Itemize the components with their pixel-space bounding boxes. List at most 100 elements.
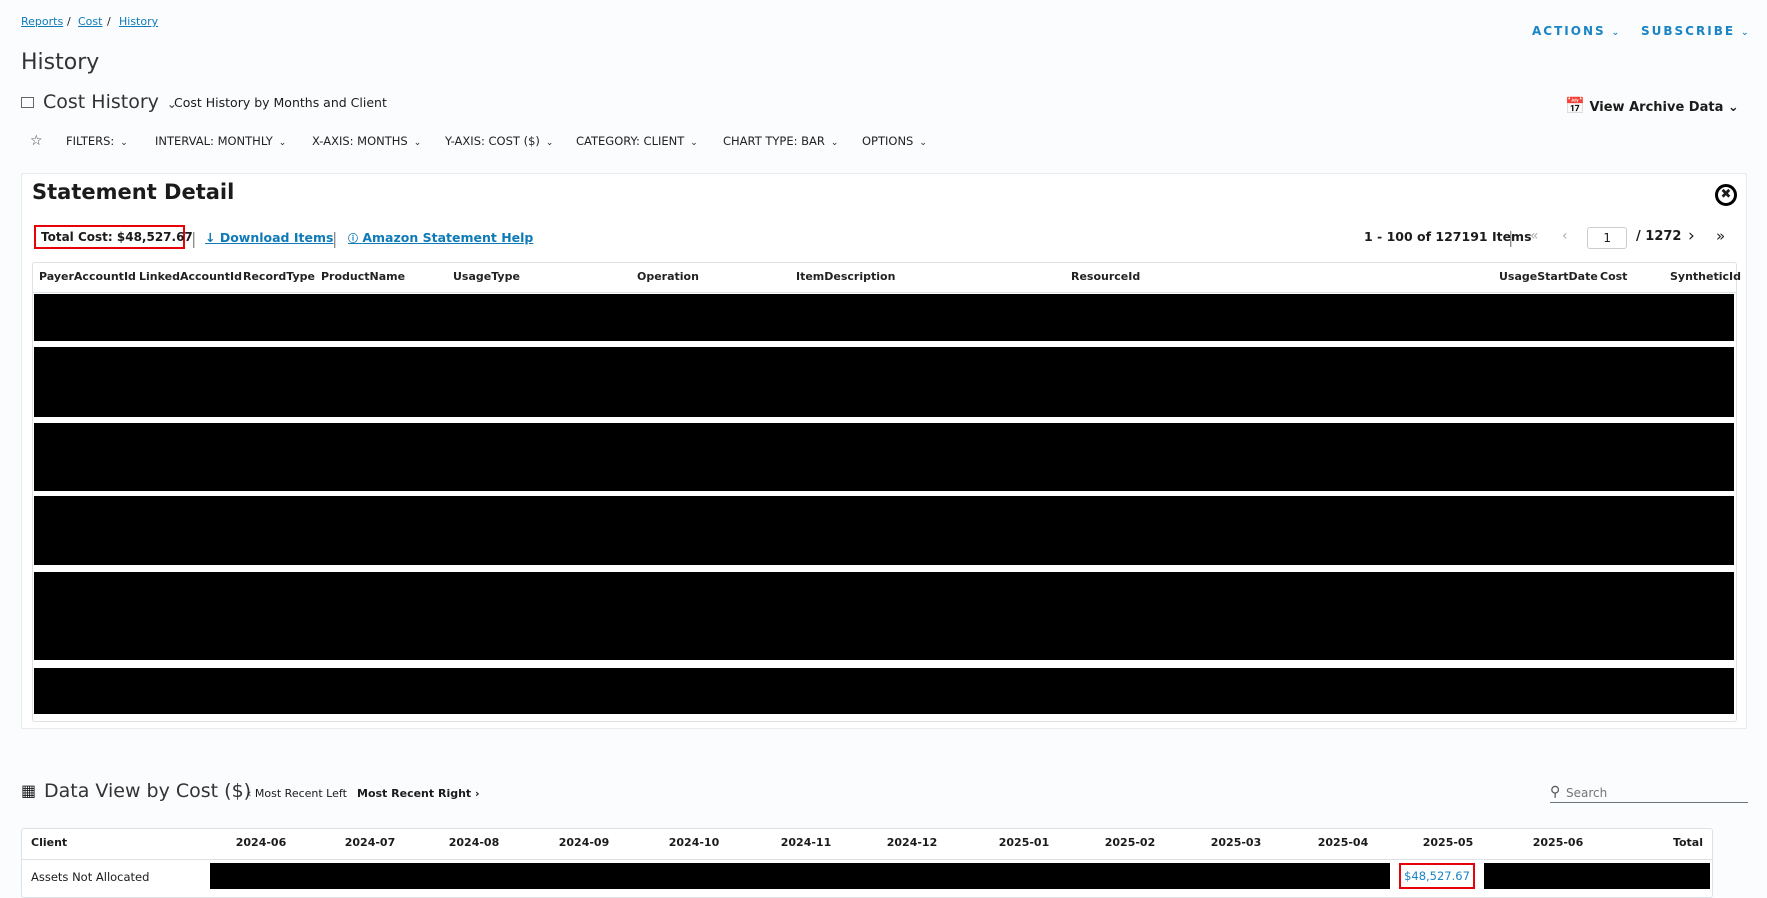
header-divider (22, 859, 1712, 860)
column-header[interactable]: ItemDescription (796, 270, 895, 283)
filters-label: FILTERS: (66, 134, 115, 148)
download-items-link[interactable]: ↓ Download Items (205, 230, 333, 245)
search-underline (1550, 802, 1748, 803)
column-header[interactable]: ResourceId (1071, 270, 1140, 283)
column-header[interactable]: SyntheticId (1670, 270, 1741, 283)
column-header[interactable]: 2025-04 (1318, 836, 1369, 849)
subscribe-label: SUBSCRIBE (1641, 24, 1736, 38)
download-label: Download Items (219, 230, 334, 245)
cost-cell-2025-05[interactable]: $48,527.67 (1399, 863, 1475, 889)
interval-label: INTERVAL: MONTHLY (155, 134, 273, 148)
column-header[interactable]: UsageType (453, 270, 520, 283)
page-input[interactable]: 1 (1587, 227, 1627, 249)
help-label: Amazon Statement Help (362, 230, 534, 245)
category-menu[interactable]: CATEGORY: CLIENT ⌄ (576, 134, 698, 148)
column-header[interactable]: 2025-05 (1423, 836, 1474, 849)
redacted-row (34, 668, 1734, 714)
header-divider (33, 292, 1736, 293)
chart-type-label: CHART TYPE: BAR (723, 134, 825, 148)
item-range: 1 - 100 of 127191 Items (1364, 229, 1532, 244)
column-header[interactable]: 2025-02 (1105, 836, 1156, 849)
column-header[interactable]: RecordType (243, 270, 315, 283)
column-header[interactable]: 2024-09 (559, 836, 610, 849)
divider: | (332, 229, 338, 248)
column-header[interactable]: ProductName (321, 270, 405, 283)
page-count: / 1272 (1636, 229, 1682, 244)
redacted-row (34, 496, 1734, 565)
x-axis-label: X-AXIS: MONTHS (312, 134, 408, 148)
column-header[interactable]: Cost (1600, 270, 1627, 283)
actions-menu[interactable]: ACTIONS ⌄ (1532, 24, 1621, 38)
statement-title: Statement Detail (32, 180, 235, 204)
client-name: Assets Not Allocated (31, 870, 150, 884)
column-header[interactable]: 2024-06 (236, 836, 287, 849)
column-header[interactable]: 2024-12 (887, 836, 938, 849)
divider: | (1508, 228, 1514, 247)
chevron-down-icon: ⌄ (1611, 28, 1622, 38)
breadcrumb-separator: / (107, 15, 111, 28)
actions-label: ACTIONS (1532, 24, 1606, 38)
view-archive-label: View Archive Data (1589, 100, 1724, 115)
breadcrumb-cost[interactable]: Cost (78, 15, 102, 28)
search-input[interactable] (1566, 784, 1748, 802)
column-header[interactable]: 2024-08 (449, 836, 500, 849)
column-header[interactable]: 2025-01 (999, 836, 1050, 849)
column-header[interactable]: 2025-06 (1533, 836, 1584, 849)
y-axis-label: Y-AXIS: COST ($) (445, 134, 540, 148)
page-title: History (21, 50, 100, 75)
report-subtitle: Cost History by Months and Client (174, 95, 387, 110)
most-recent-right-label: Most Recent Right (357, 787, 472, 800)
column-header[interactable]: 2024-07 (345, 836, 396, 849)
chevron-down-icon: ⌄ (1741, 28, 1751, 38)
breadcrumb-history[interactable]: History (119, 15, 158, 28)
redacted-cells (210, 863, 1390, 889)
info-icon: ⓘ (348, 234, 358, 245)
most-recent-right-button[interactable]: Most Recent Right › (357, 787, 480, 800)
y-axis-menu[interactable]: Y-AXIS: COST ($) ⌄ (445, 134, 553, 148)
column-header[interactable]: Client (31, 836, 67, 849)
next-page-icon[interactable]: › (1688, 226, 1695, 246)
previous-page-icon[interactable]: ‹ (1562, 228, 1568, 244)
column-header[interactable]: Total (1673, 836, 1703, 849)
view-archive-button[interactable]: 📅 View Archive Data ⌄ (1565, 96, 1739, 115)
redacted-row (34, 572, 1734, 660)
column-header[interactable]: 2025-03 (1211, 836, 1262, 849)
column-header[interactable]: Operation (637, 270, 699, 283)
redacted-cells (1484, 863, 1710, 889)
chart-icon (21, 97, 34, 108)
search-icon: ⚲ (1550, 784, 1561, 800)
column-header[interactable]: LinkedAccountId (139, 270, 242, 283)
options-label: OPTIONS (862, 134, 914, 148)
report-name: Cost History (43, 91, 159, 113)
statement-help-link[interactable]: ⓘ Amazon Statement Help (348, 230, 533, 245)
interval-menu[interactable]: INTERVAL: MONTHLY ⌄ (155, 134, 286, 148)
redacted-row (34, 423, 1734, 491)
column-header[interactable]: PayerAccountId (39, 270, 136, 283)
first-page-icon[interactable]: « (1530, 228, 1539, 244)
chevron-down-icon: ⌄ (1727, 100, 1739, 115)
data-view-title: Data View by Cost ($) (44, 780, 252, 802)
close-icon[interactable]: ✖ (1715, 184, 1737, 206)
subscribe-menu[interactable]: SUBSCRIBE ⌄ (1641, 24, 1751, 38)
divider: | (191, 229, 197, 248)
redacted-row (34, 294, 1734, 341)
breadcrumb-separator: / (67, 15, 71, 28)
category-label: CATEGORY: CLIENT (576, 134, 685, 148)
options-menu[interactable]: OPTIONS ⌄ (862, 134, 927, 148)
column-header[interactable]: UsageStartDate (1499, 270, 1598, 283)
breadcrumb-reports[interactable]: Reports (21, 15, 63, 28)
x-axis-menu[interactable]: X-AXIS: MONTHS ⌄ (312, 134, 421, 148)
chart-type-menu[interactable]: CHART TYPE: BAR ⌄ (723, 134, 838, 148)
table-icon: ▦ (21, 781, 37, 800)
redacted-row (34, 347, 1734, 417)
total-cost: Total Cost: $48,527.67 (34, 225, 193, 249)
column-header[interactable]: 2024-10 (669, 836, 720, 849)
pin-icon[interactable]: ☆ (30, 133, 43, 149)
filters-menu[interactable]: FILTERS: ⌄ (66, 134, 128, 148)
report-selector[interactable]: Cost History ⌄ (43, 91, 177, 113)
most-recent-left-button[interactable]: ‹ Most Recent Left (247, 787, 347, 800)
calendar-icon: 📅 (1565, 96, 1585, 115)
most-recent-left-label: Most Recent Left (254, 787, 347, 800)
last-page-icon[interactable]: » (1716, 227, 1725, 245)
column-header[interactable]: 2024-11 (781, 836, 832, 849)
